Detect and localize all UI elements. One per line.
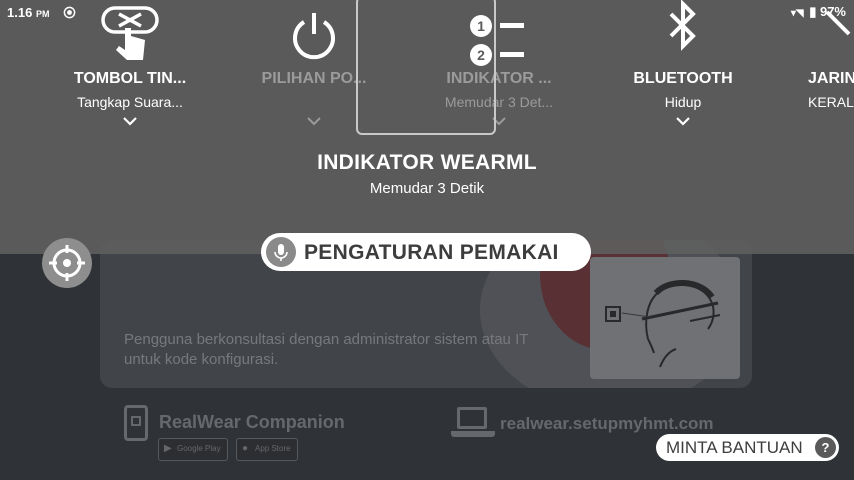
chevron-down-icon <box>676 117 690 126</box>
tile-subtitle: Tangkap Suara... <box>77 94 183 110</box>
tile-subtitle: Hidup <box>664 94 702 110</box>
touch-gesture-icon <box>101 6 159 60</box>
tile-title: BLUETOOTH <box>633 70 733 87</box>
question-icon: ? <box>815 437 836 458</box>
chevron-down-icon <box>123 117 137 126</box>
selected-setting-value: Memudar 3 Detik <box>369 180 485 197</box>
help-button[interactable]: MINTA BANTUAN ? <box>656 434 839 461</box>
notification-icon <box>63 6 76 19</box>
selected-setting-title: INDIKATOR WEARML <box>317 151 537 174</box>
tile-subtitle: KERAL <box>808 94 854 110</box>
tile-title: TOMBOL TIN... <box>73 70 187 87</box>
bluetooth-icon <box>669 0 696 51</box>
chevron-down-icon <box>307 117 321 126</box>
wifi-signal-icon: ▾◥ <box>790 8 804 19</box>
tile-title: JARIN <box>808 70 854 87</box>
status-time: 1.16 PM <box>7 5 50 20</box>
battery-icon: ▮ <box>809 4 817 19</box>
network-icon <box>825 10 851 36</box>
microphone-icon <box>266 237 296 267</box>
focus-highlight <box>356 0 496 135</box>
user-settings-button[interactable]: PENGATURAN PEMAKAI <box>261 233 591 271</box>
help-label: MINTA BANTUAN <box>666 438 803 457</box>
crosshair-button[interactable] <box>42 238 92 288</box>
crosshair-icon <box>49 245 85 281</box>
power-icon <box>293 13 335 60</box>
user-settings-label: PENGATURAN PEMAKAI <box>304 241 559 264</box>
